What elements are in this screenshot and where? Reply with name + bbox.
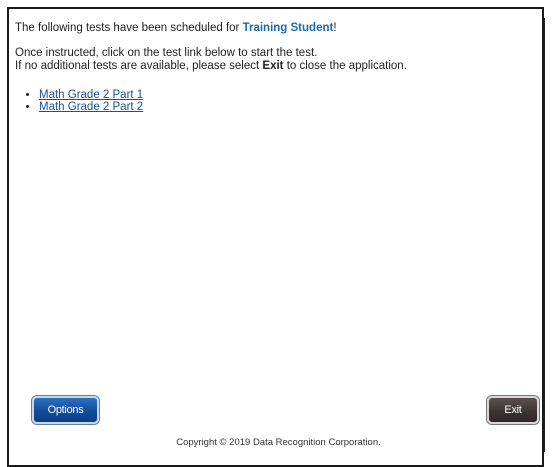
intro-line: The following tests have been scheduled … <box>15 22 540 35</box>
scrollbar[interactable] <box>544 18 557 452</box>
instructions: Once instructed, click on the test link … <box>15 47 540 73</box>
test-link-part-1[interactable]: Math Grade 2 Part 1 <box>39 89 143 101</box>
instruction-line-1: Once instructed, click on the test link … <box>15 47 318 59</box>
instruction-suffix: to close the application. <box>283 60 407 72</box>
list-item: Math Grade 2 Part 1 <box>39 89 540 101</box>
instruction-exit-word: Exit <box>262 60 284 72</box>
intro-suffix: ! <box>333 22 337 34</box>
test-list: Math Grade 2 Part 1 Math Grade 2 Part 2 <box>15 89 540 113</box>
list-item: Math Grade 2 Part 2 <box>39 101 540 113</box>
instruction-line-2: If no additional tests are available, pl… <box>15 60 540 73</box>
content-area: The following tests have been scheduled … <box>15 22 540 113</box>
test-link-part-2[interactable]: Math Grade 2 Part 2 <box>39 101 143 113</box>
intro-prefix: The following tests have been scheduled … <box>15 22 243 34</box>
student-name: Training Student <box>242 22 334 34</box>
copyright-text: Copyright © 2019 Data Recognition Corpor… <box>176 437 381 448</box>
exit-button[interactable]: Exit <box>487 396 539 424</box>
options-button[interactable]: Options <box>32 396 99 424</box>
instruction-prefix: If no additional tests are available, pl… <box>15 60 263 72</box>
